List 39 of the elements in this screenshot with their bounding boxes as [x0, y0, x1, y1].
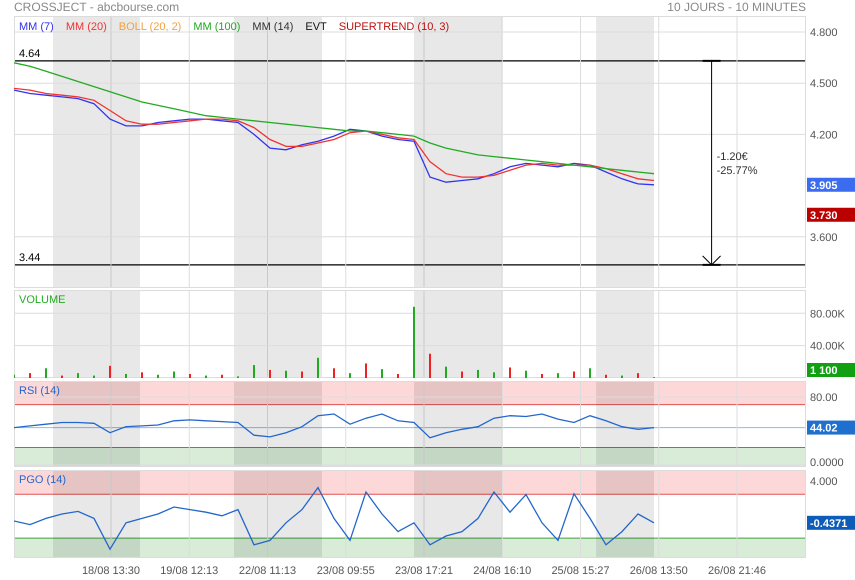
axis-label: 4.000 — [810, 476, 838, 488]
panel-title: VOLUME — [19, 294, 66, 306]
legend-item: MM (100) — [193, 21, 240, 33]
axis-label: 4.800 — [810, 27, 838, 40]
value-badge: -0.4371 — [807, 516, 855, 530]
axis-label: 26/08 13:50 — [630, 565, 688, 577]
panel-title: PGO (14) — [19, 474, 66, 486]
panel-title: RSI (14) — [19, 385, 60, 397]
axis-label: 26/08 21:46 — [708, 565, 766, 577]
value-badge: 3.905 — [807, 178, 855, 192]
axis-label: 25/08 15:27 — [551, 565, 610, 577]
legend-item: MM (14) — [252, 21, 294, 33]
axis-label: 80.00K — [810, 308, 845, 320]
period-label: 10 JOURS - 10 MINUTES — [667, 0, 806, 14]
axis-label: 19/08 12:13 — [160, 565, 218, 577]
axis-label: 22/08 11:13 — [238, 565, 296, 577]
legend-item: BOLL (20, 2) — [118, 21, 182, 33]
axis-label: 23/08 09:55 — [316, 565, 375, 577]
legend-item: EVT — [305, 21, 327, 33]
change-label: -1.20€ — [716, 150, 748, 163]
legend-item: MM (7) — [19, 21, 54, 33]
axis-label: 80.00 — [810, 392, 838, 404]
axis-label: 23/08 17:21 — [394, 565, 454, 577]
axis-label: 40.00K — [810, 340, 845, 353]
level-label: 4.64 — [19, 48, 40, 60]
level-label: 3.44 — [19, 252, 40, 264]
value-badge: 3.730 — [807, 208, 855, 222]
axis-label: 18/08 13:30 — [82, 565, 140, 577]
legend-item: MM (20) — [66, 21, 107, 33]
legend-item: SUPERTREND (10, 3) — [338, 21, 450, 33]
value-badge: 44.02 — [807, 420, 855, 435]
axis-label: 4.500 — [810, 78, 838, 90]
axis-label: 4.200 — [810, 129, 838, 142]
change-label: -25.77% — [716, 164, 758, 177]
axis-label: 24/08 16:10 — [473, 565, 532, 577]
axis-label: 3.600 — [810, 232, 838, 244]
value-badge: 1 100 — [807, 363, 855, 377]
chart-title: CROSSJECT - abcbourse.com — [14, 0, 180, 14]
axis-label: 0.0000 — [810, 457, 844, 467]
